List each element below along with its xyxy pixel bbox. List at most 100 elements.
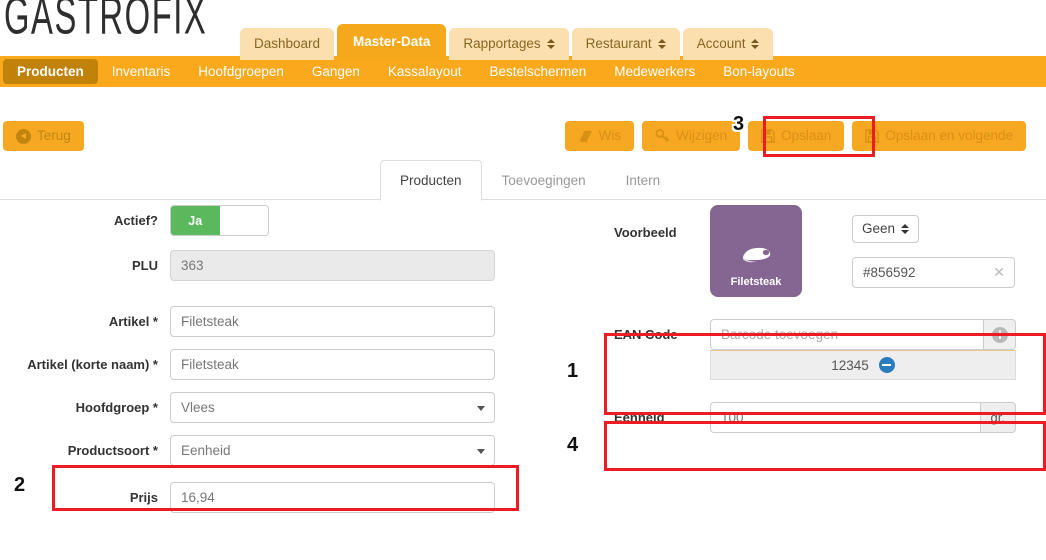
annotation-marker-3: 3 — [733, 113, 745, 135]
minus-circle-icon[interactable] — [878, 357, 895, 373]
chevron-updown-icon — [657, 38, 666, 50]
subnav-item-inventaris[interactable]: Inventaris — [98, 59, 185, 84]
subnav-item-bon-layouts[interactable]: Bon-layouts — [709, 59, 808, 84]
content-tabs: Producten Toevoegingen Intern — [380, 160, 680, 201]
main-tab-label: Rapportages — [463, 36, 541, 51]
ean-add-button[interactable] — [983, 319, 1016, 350]
actief-label: Actief? — [113, 213, 158, 228]
field-row-artikel: Artikel * Filetsteak — [0, 306, 520, 337]
subnav-item-producten[interactable]: Producten — [3, 59, 98, 84]
tab-intern[interactable]: Intern — [606, 160, 681, 201]
subnav-item-kassalayout[interactable]: Kassalayout — [374, 59, 476, 84]
main-tab-dashboard[interactable]: Dashboard — [240, 28, 335, 60]
back-button[interactable]: Terug — [3, 121, 84, 151]
eenheid-label: Eenheid — [614, 410, 665, 425]
annotation-marker-4: 4 — [567, 434, 579, 456]
field-row-hoofdgroep: Hoofdgroep * Vlees — [0, 392, 520, 423]
chevron-updown-icon — [901, 223, 910, 235]
productsoort-select[interactable]: Eenheid — [170, 435, 495, 466]
field-row-actief: Actief? Ja — [0, 205, 520, 236]
field-row-plu: PLU 363 — [0, 250, 520, 281]
ean-code-input-row: Barcode toevoegen — [710, 319, 1016, 350]
prijs-label: Prijs — [129, 490, 158, 505]
main-tab-rapportages[interactable]: Rapportages — [449, 28, 569, 60]
eenheid-input[interactable]: 100 — [710, 402, 980, 433]
main-tab-label: Restaurant — [585, 36, 652, 51]
ean-code-input[interactable]: Barcode toevoegen — [710, 319, 983, 350]
chevron-down-icon — [477, 449, 485, 454]
field-row-ean-code: EAN Code Barcode toevoegen 12345 — [600, 319, 1046, 380]
voorbeeld-label: Voorbeeld — [614, 225, 677, 240]
artikel-input[interactable]: Filetsteak — [170, 306, 495, 337]
hoofdgroep-label: Hoofdgroep * — [75, 400, 158, 415]
plus-circle-icon — [991, 326, 1008, 343]
chevron-down-icon — [477, 406, 485, 411]
layout-select-value: Geen — [862, 221, 896, 236]
artikel-kort-input[interactable]: Filetsteak — [170, 349, 495, 380]
tab-strip: Producten Toevoegingen Intern — [0, 160, 1046, 201]
chevron-updown-icon — [751, 38, 760, 50]
actief-toggle-on-label: Ja — [171, 206, 220, 235]
artikel-kort-label: Artikel (korte naam) * — [27, 357, 158, 372]
actief-toggle[interactable]: Ja — [170, 205, 269, 236]
app-header: GASTROFIX Dashboard Master-Data Rapporta… — [0, 0, 1046, 60]
field-row-eenheid: Eenheid 100 gr. — [600, 402, 1046, 433]
logo: GASTROFIX — [4, 0, 208, 45]
color-input[interactable]: #856592 ✕ — [852, 257, 1015, 288]
productsoort-label: Productsoort * — [67, 443, 158, 458]
main-tab-master-data[interactable]: Master-Data — [337, 24, 447, 60]
annotation-marker-2: 2 — [14, 474, 26, 496]
toolbar-actions: Wis Wijzigen Opslaan Opslaan en volgende — [564, 121, 1026, 151]
main-navigation: Dashboard Master-Data Rapportages Restau… — [240, 24, 774, 60]
plu-label: PLU — [132, 258, 158, 273]
ean-code-placeholder: Barcode toevoegen — [721, 327, 839, 342]
save-icon — [761, 129, 775, 143]
tab-producten[interactable]: Producten — [380, 160, 482, 201]
opslaan-button[interactable]: Opslaan — [748, 121, 845, 151]
field-row-prijs: Prijs 16,94 — [0, 482, 520, 513]
chevron-updown-icon — [546, 38, 555, 50]
ean-code-label: EAN Code — [614, 327, 678, 342]
subnav-item-hoofdgroepen[interactable]: Hoofdgroepen — [184, 59, 298, 84]
main-tab-restaurant[interactable]: Restaurant — [571, 28, 680, 60]
form-right-column: Voorbeeld Filetsteak Geen #856592 ✕ EAN … — [600, 205, 1046, 445]
layout-select[interactable]: Geen — [852, 215, 920, 243]
product-preview-tile-label: Filetsteak — [730, 276, 782, 288]
close-icon[interactable]: ✕ — [993, 258, 1005, 287]
hoofdgroep-value: Vlees — [181, 400, 215, 415]
hoofdgroep-select[interactable]: Vlees — [170, 392, 495, 423]
eenheid-input-group: 100 gr. — [710, 402, 1016, 433]
opslaan-en-volgende-button[interactable]: Opslaan en volgende — [852, 121, 1026, 151]
subnav-item-bestelschermen[interactable]: Bestelschermen — [475, 59, 600, 84]
steak-icon — [743, 247, 771, 263]
opslaan-en-volgende-button-label: Opslaan en volgende — [885, 128, 1013, 143]
prijs-input[interactable]: 16,94 — [170, 482, 495, 513]
plu-input: 363 — [170, 250, 495, 281]
ean-code-group: Barcode toevoegen 12345 — [710, 319, 1016, 380]
wis-button[interactable]: Wis — [564, 121, 635, 151]
main-tab-label: Master-Data — [353, 34, 431, 49]
arrow-left-circle-icon — [16, 128, 31, 144]
field-row-productsoort: Productsoort * Eenheid — [0, 435, 520, 466]
subnav-item-gangen[interactable]: Gangen — [298, 59, 374, 84]
field-row-artikel-kort: Artikel (korte naam) * Filetsteak — [0, 349, 520, 380]
main-tab-account[interactable]: Account — [682, 28, 774, 60]
color-input-value: #856592 — [863, 265, 916, 280]
main-tab-label: Account — [696, 36, 746, 51]
subnav-item-medewerkers[interactable]: Medewerkers — [600, 59, 709, 84]
wijzigen-button[interactable]: Wijzigen — [642, 121, 741, 151]
wijzigen-button-label: Wijzigen — [676, 128, 728, 143]
back-button-label: Terug — [37, 128, 71, 143]
key-icon — [655, 129, 670, 142]
tab-toevoegingen[interactable]: Toevoegingen — [482, 160, 606, 201]
annotation-marker-1: 1 — [567, 360, 579, 382]
eraser-icon — [579, 130, 592, 142]
form-left-column: Actief? Ja PLU 363 Artikel * Filetsteak … — [0, 205, 520, 525]
wis-button-label: Wis — [598, 128, 622, 143]
eenheid-unit-addon: gr. — [979, 402, 1016, 433]
product-preview-tile[interactable]: Filetsteak — [710, 205, 802, 297]
opslaan-button-label: Opslaan — [781, 128, 832, 143]
save-icon — [865, 129, 880, 143]
actief-toggle-off — [219, 206, 268, 235]
sub-navigation: Producten Inventaris Hoofdgroepen Gangen… — [0, 56, 1046, 87]
